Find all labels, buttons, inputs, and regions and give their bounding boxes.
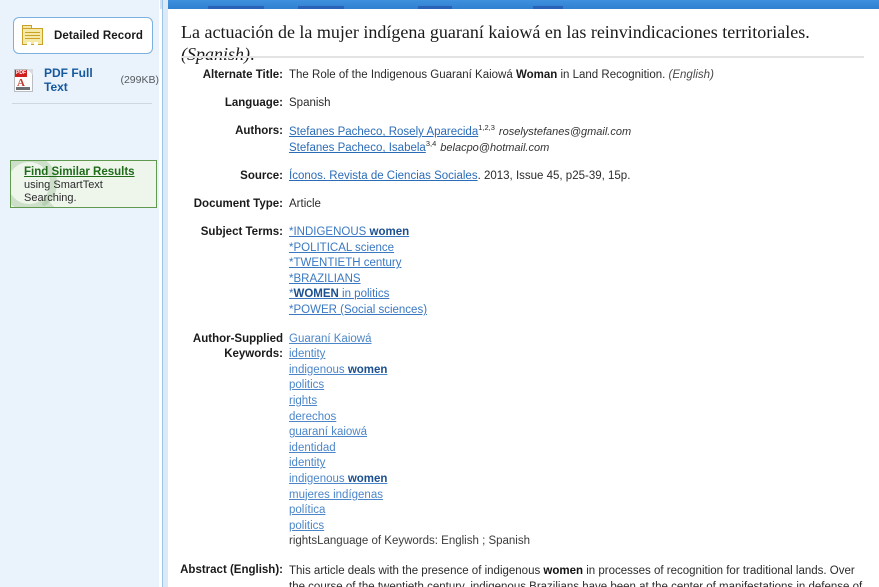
sidebar-item-pdf-full-text[interactable]: A PDF PDF Full Text (299KB)	[14, 64, 159, 96]
field-document-type: Document Type: Article	[168, 197, 879, 212]
author-entry: Stefanes Pacheco, Isabela3,4 belacpo@hotm…	[289, 140, 631, 156]
keyword-link[interactable]: identity	[289, 347, 530, 363]
field-value: Article	[289, 198, 321, 210]
field-value: Íconos. Revista de Ciencias Sociales. 20…	[289, 169, 630, 184]
abstract-fragment: This article deals with the presence of …	[289, 564, 544, 577]
author-email: roselystefanes@gmail.com	[498, 126, 632, 138]
sidebar-divider-vertical	[162, 0, 163, 587]
field-source: Source: Íconos. Revista de Ciencias Soci…	[168, 169, 879, 184]
alt-title-highlight: Woman	[515, 69, 558, 81]
field-label: Authors:	[235, 125, 283, 137]
find-similar-results-box[interactable]: Find Similar Results using SmartText Sea…	[10, 160, 157, 208]
subject-term-link[interactable]: *WOMEN in politics	[289, 287, 427, 303]
abstract-text: This article deals with the presence of …	[289, 563, 867, 587]
document-lines-icon	[22, 24, 44, 47]
author-affiliation-marker: 1,2,3	[478, 123, 495, 133]
field-label: Alternate Title:	[202, 69, 283, 81]
page-title: La actuación de la mujer indígena guaran…	[181, 21, 866, 65]
keywords-label-line2: Keywords:	[224, 347, 283, 360]
record-title-language: (Spanish)	[181, 44, 250, 64]
title-underline	[181, 56, 864, 58]
field-label: Source:	[240, 170, 283, 182]
record-fields: Alternate Title: The Role of the Indigen…	[168, 68, 879, 587]
field-abstract: Abstract (English): This article deals w…	[168, 563, 879, 587]
alt-title-post: in Land Recognition.	[557, 69, 669, 81]
field-label: Document Type:	[193, 198, 283, 210]
detailed-record-label: Detailed Record	[54, 29, 144, 42]
find-similar-results-link[interactable]: Find Similar Results	[24, 166, 156, 178]
keyword-link[interactable]: indigenous women	[289, 363, 530, 379]
field-alternate-title: Alternate Title: The Role of the Indigen…	[168, 68, 879, 83]
field-subject-terms: Subject Terms: *INDIGENOUS women *POLITIC…	[168, 225, 879, 319]
field-label: Language:	[224, 97, 283, 109]
subject-term-link[interactable]: *BRAZILIANS	[289, 272, 427, 288]
pdf-full-text-label: PDF Full Text	[44, 66, 93, 94]
find-similar-results-subtitle: using SmartText Searching.	[24, 179, 103, 204]
keyword-link[interactable]: identity	[289, 456, 530, 472]
keyword-link[interactable]: identidad	[289, 441, 530, 457]
alt-title-pre: The Role of the Indigenous Guaraní Kaiow…	[289, 69, 516, 81]
keyword-link[interactable]: derechos	[289, 410, 530, 426]
detailed-record-page: Detailed Record A PDF PDF Full Text (299…	[0, 0, 879, 587]
source-publication-link[interactable]: Íconos. Revista de Ciencias Sociales	[289, 170, 478, 182]
keyword-link[interactable]: Guaraní Kaiowá	[289, 332, 530, 348]
subject-terms-list: *INDIGENOUS women *POLITICAL science *TWEN…	[289, 225, 427, 319]
field-label: Subject Terms:	[200, 226, 283, 238]
alt-title-language: (English)	[668, 69, 714, 81]
keyword-link[interactable]: rights	[289, 394, 530, 410]
author-entry: Stefanes Pacheco, Rosely Aparecida1,2,3 r…	[289, 124, 631, 140]
author-email: belacpo@hotmail.com	[440, 142, 550, 154]
author-link[interactable]: Stefanes Pacheco, Isabela	[289, 142, 426, 154]
field-label: Author-Supplied Keywords:	[168, 332, 283, 362]
keywords-language-note: rightsLanguage of Keywords: English ; Sp…	[289, 535, 531, 548]
source-citation-details: . 2013, Issue 45, p25-39, 15p.	[477, 170, 631, 182]
subject-term-link[interactable]: *POLITICAL science	[289, 241, 427, 257]
keyword-link[interactable]: politics	[289, 378, 530, 394]
keyword-link[interactable]: indigenous women	[289, 472, 530, 488]
pdf-icon: A PDF	[14, 68, 33, 92]
top-toolbar[interactable]	[168, 0, 879, 9]
abstract-highlight: women	[543, 564, 584, 577]
pdf-file-size: (299KB)	[120, 74, 159, 86]
field-value: The Role of the Indigenous Guaraní Kaiow…	[289, 68, 714, 83]
record-title-tail: .	[250, 44, 255, 64]
subject-term-link[interactable]: *TWENTIETH century	[289, 256, 427, 272]
left-sidebar: Detailed Record A PDF PDF Full Text (299…	[0, 0, 160, 587]
author-affiliation-marker: 3,4	[425, 139, 437, 149]
keyword-link[interactable]: política	[289, 503, 530, 519]
field-value: Spanish	[289, 97, 331, 109]
keywords-list: Guaraní Kaiowá identity indigenous women po…	[289, 332, 530, 550]
subject-term-link[interactable]: *POWER (Social sciences)	[289, 303, 427, 319]
sidebar-divider	[12, 103, 152, 104]
keyword-link[interactable]: guaraní kaiowá	[289, 425, 530, 441]
keywords-label-line1: Author-Supplied	[192, 332, 283, 345]
sidebar-item-detailed-record[interactable]: Detailed Record	[13, 17, 153, 54]
author-link[interactable]: Stefanes Pacheco, Rosely Aparecida	[289, 126, 478, 138]
record-title-text: La actuación de la mujer indígena guaran…	[181, 22, 810, 42]
keyword-link[interactable]: politics	[289, 519, 530, 535]
keyword-link[interactable]: mujeres indígenas	[289, 488, 530, 504]
field-language: Language: Spanish	[168, 96, 879, 111]
subject-term-link[interactable]: *INDIGENOUS women	[289, 225, 427, 241]
field-value: Stefanes Pacheco, Rosely Aparecida1,2,3 r…	[289, 124, 631, 156]
field-authors: Authors: Stefanes Pacheco, Rosely Aparec…	[168, 124, 879, 156]
field-label: Abstract (English):	[180, 563, 283, 576]
record-detail-panel: La actuación de la mujer indígena guaran…	[168, 9, 879, 587]
field-author-supplied-keywords: Author-Supplied Keywords: Guaraní Kaiowá…	[168, 332, 879, 550]
